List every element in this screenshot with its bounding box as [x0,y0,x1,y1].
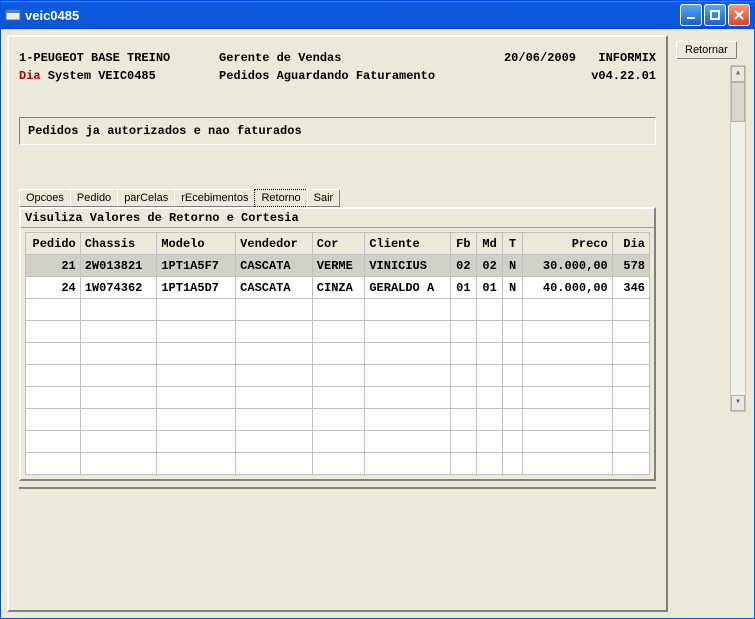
column-header-fb[interactable]: Fb [450,233,476,255]
menu-item-pedido[interactable]: Pedido [70,189,118,207]
app-window: veic0485 1-PEUGEOT BASE TREINO Gerente d… [0,0,755,619]
column-header-dia[interactable]: Dia [612,233,649,255]
column-header-preco[interactable]: Preco [522,233,612,255]
cell-cliente: GERALDO A [365,277,450,299]
header-db: INFORMIX [576,49,656,67]
menu-item-retorno[interactable]: Retorno [254,189,307,207]
cell-preco: 40.000,00 [522,277,612,299]
table-row[interactable]: 212W0138211PT1A5F7CASCATAVERMEVINICIUS02… [26,255,650,277]
cell-modelo: 1PT1A5D7 [157,277,236,299]
cell-md: 01 [476,277,502,299]
window-buttons [680,4,750,26]
grid-title: Visuliza Valores de Retorno e Cortesia [21,209,654,228]
table-row-empty [26,409,650,431]
header-sys-rest: System VEIC0485 [41,69,156,83]
header-date: 20/06/2009 [466,49,576,67]
scroll-thumb[interactable] [731,82,745,122]
menu-item-opcoes[interactable]: Opcoes [19,189,71,207]
header-version: v04.22.01 [466,67,656,85]
column-header-pedido[interactable]: Pedido [26,233,81,255]
column-header-vendedor[interactable]: Vendedor [236,233,313,255]
column-header-chassis[interactable]: Chassis [80,233,157,255]
column-header-modelo[interactable]: Modelo [157,233,236,255]
scroll-up-icon[interactable]: ▴ [731,66,745,82]
column-header-md[interactable]: Md [476,233,502,255]
cell-vendedor: CASCATA [236,277,313,299]
header-company: 1-PEUGEOT BASE TREINO [19,49,219,67]
column-header-cor[interactable]: Cor [312,233,365,255]
cell-preco: 30.000,00 [522,255,612,277]
column-header-t[interactable]: T [503,233,523,255]
close-button[interactable] [728,4,750,26]
table-row-empty [26,453,650,475]
maximize-button[interactable] [704,4,726,26]
cell-cor: VERME [312,255,365,277]
cell-t: N [503,255,523,277]
column-header-cliente[interactable]: Cliente [365,233,450,255]
titlebar[interactable]: veic0485 [1,1,754,29]
main-panel: 1-PEUGEOT BASE TREINO Gerente de Vendas … [7,35,668,612]
cell-dia: 578 [612,255,649,277]
menu-item-recebimentos[interactable]: rEcebimentos [174,189,255,207]
cell-t: N [503,277,523,299]
cell-md: 02 [476,255,502,277]
cell-pedido: 24 [26,277,81,299]
data-table: PedidoChassisModeloVendedorCorClienteFbM… [25,232,650,475]
table-header-row: PedidoChassisModeloVendedorCorClienteFbM… [26,233,650,255]
cell-pedido: 21 [26,255,81,277]
header-subtitle: Pedidos Aguardando Faturamento [219,67,466,85]
menubar: OpcoesPedidoparCelasrEcebimentosRetornoS… [19,189,656,207]
table-row-empty [26,431,650,453]
table-row-empty [26,387,650,409]
cell-chassis: 2W013821 [80,255,157,277]
table-row-empty [26,299,650,321]
scroll-down-icon[interactable]: ▾ [731,395,745,411]
menu-item-sair[interactable]: Sair [307,189,341,207]
cell-modelo: 1PT1A5F7 [157,255,236,277]
retornar-button[interactable]: Retornar [676,41,737,59]
data-grid[interactable]: PedidoChassisModeloVendedorCorClienteFbM… [25,232,650,475]
cell-chassis: 1W074362 [80,277,157,299]
cell-fb: 02 [450,255,476,277]
window-title: veic0485 [25,8,680,23]
table-row-empty [26,343,650,365]
cell-vendedor: CASCATA [236,255,313,277]
minimize-button[interactable] [680,4,702,26]
cell-dia: 346 [612,277,649,299]
status-message: Pedidos ja autorizados e nao faturados [19,117,656,145]
cell-cliente: VINICIUS [365,255,450,277]
grid-container: Visuliza Valores de Retorno e Cortesia P… [19,207,656,481]
header-role: Gerente de Vendas [219,49,466,67]
header-block: 1-PEUGEOT BASE TREINO Gerente de Vendas … [19,49,656,85]
table-row[interactable]: 241W0743621PT1A5D7CASCATACINZAGERALDO A0… [26,277,650,299]
footer-divider [19,487,656,503]
side-panel: Retornar ▴ ▾ [668,35,748,612]
cell-fb: 01 [450,277,476,299]
vertical-scrollbar[interactable]: ▴ ▾ [730,65,746,412]
cell-cor: CINZA [312,277,365,299]
client-area: 1-PEUGEOT BASE TREINO Gerente de Vendas … [1,29,754,618]
table-row-empty [26,365,650,387]
header-system: Dia System VEIC0485 [19,67,219,85]
header-sys-prefix: Dia [19,69,41,83]
table-row-empty [26,321,650,343]
app-icon [5,7,21,23]
menu-item-parcelas[interactable]: parCelas [117,189,175,207]
